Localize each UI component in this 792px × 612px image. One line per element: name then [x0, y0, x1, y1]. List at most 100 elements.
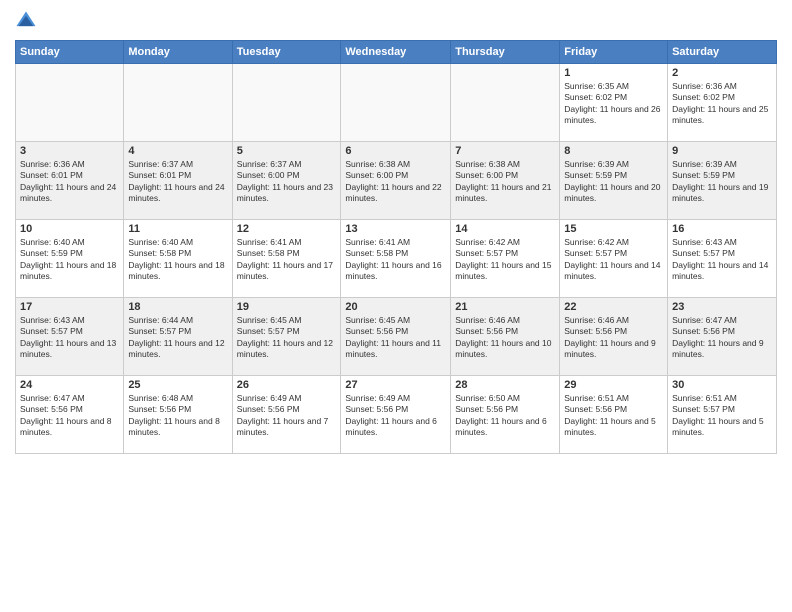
day-info: Sunrise: 6:36 AM Sunset: 6:01 PM Dayligh… — [20, 159, 119, 205]
day-number: 16 — [672, 223, 772, 235]
logo-icon — [15, 10, 37, 32]
day-info: Sunrise: 6:45 AM Sunset: 5:57 PM Dayligh… — [237, 315, 337, 361]
day-info: Sunrise: 6:38 AM Sunset: 6:00 PM Dayligh… — [455, 159, 555, 205]
header — [15, 10, 777, 32]
day-info: Sunrise: 6:43 AM Sunset: 5:57 PM Dayligh… — [672, 237, 772, 283]
day-number: 30 — [672, 379, 772, 391]
day-info: Sunrise: 6:42 AM Sunset: 5:57 PM Dayligh… — [455, 237, 555, 283]
logo — [15, 10, 41, 32]
calendar-cell: 24 Sunrise: 6:47 AM Sunset: 5:56 PM Dayli… — [16, 376, 124, 454]
day-number: 26 — [237, 379, 337, 391]
calendar-cell: 30 Sunrise: 6:51 AM Sunset: 5:57 PM Dayli… — [668, 376, 777, 454]
day-number: 28 — [455, 379, 555, 391]
calendar-cell: 29 Sunrise: 6:51 AM Sunset: 5:56 PM Dayli… — [560, 376, 668, 454]
calendar-cell: 11Sunrise: 6:40 AM Sunset: 5:58 PM Dayli… — [124, 220, 232, 298]
day-number: 25 — [128, 379, 227, 391]
calendar-cell — [232, 64, 341, 142]
day-number: 29 — [564, 379, 663, 391]
calendar-cell: 8 Sunrise: 6:39 AM Sunset: 5:59 PM Daylig… — [560, 142, 668, 220]
calendar-cell: 7Sunrise: 6:38 AM Sunset: 6:00 PM Daylig… — [451, 142, 560, 220]
day-info: Sunrise: 6:45 AM Sunset: 5:56 PM Dayligh… — [345, 315, 446, 361]
calendar-table: SundayMondayTuesdayWednesdayThursdayFrid… — [15, 40, 777, 454]
calendar-cell: 14 Sunrise: 6:42 AM Sunset: 5:57 PM Dayli… — [451, 220, 560, 298]
calendar-cell: 6Sunrise: 6:38 AM Sunset: 6:00 PM Daylig… — [341, 142, 451, 220]
calendar-cell: 15Sunrise: 6:42 AM Sunset: 5:57 PM Dayli… — [560, 220, 668, 298]
day-info: Sunrise: 6:44 AM Sunset: 5:57 PM Dayligh… — [128, 315, 227, 361]
day-info: Sunrise: 6:37 AM Sunset: 6:00 PM Dayligh… — [237, 159, 337, 205]
day-info: Sunrise: 6:40 AM Sunset: 5:58 PM Dayligh… — [128, 237, 227, 283]
day-number: 21 — [455, 301, 555, 313]
day-number: 9 — [672, 145, 772, 157]
calendar-cell: 10Sunrise: 6:40 AM Sunset: 5:59 PM Dayli… — [16, 220, 124, 298]
calendar-cell: 16 Sunrise: 6:43 AM Sunset: 5:57 PM Dayli… — [668, 220, 777, 298]
calendar-cell: 21 Sunrise: 6:46 AM Sunset: 5:56 PM Dayli… — [451, 298, 560, 376]
weekday-header: Saturday — [668, 41, 777, 64]
calendar-cell: 22 Sunrise: 6:46 AM Sunset: 5:56 PM Dayli… — [560, 298, 668, 376]
weekday-header: Monday — [124, 41, 232, 64]
day-number: 2 — [672, 67, 772, 79]
calendar-cell: 1 Sunrise: 6:35 AM Sunset: 6:02 PM Daylig… — [560, 64, 668, 142]
calendar-cell: 27 Sunrise: 6:49 AM Sunset: 5:56 PM Dayli… — [341, 376, 451, 454]
day-info: Sunrise: 6:39 AM Sunset: 5:59 PM Dayligh… — [672, 159, 772, 205]
day-number: 15 — [564, 223, 663, 235]
weekday-header: Thursday — [451, 41, 560, 64]
weekday-header: Sunday — [16, 41, 124, 64]
day-info: Sunrise: 6:51 AM Sunset: 5:56 PM Dayligh… — [564, 393, 663, 439]
calendar-week-row: 24 Sunrise: 6:47 AM Sunset: 5:56 PM Dayli… — [16, 376, 777, 454]
day-number: 8 — [564, 145, 663, 157]
day-info: Sunrise: 6:47 AM Sunset: 5:56 PM Dayligh… — [672, 315, 772, 361]
calendar-cell: 25Sunrise: 6:48 AM Sunset: 5:56 PM Dayli… — [124, 376, 232, 454]
day-info: Sunrise: 6:49 AM Sunset: 5:56 PM Dayligh… — [345, 393, 446, 439]
day-number: 27 — [345, 379, 446, 391]
calendar-cell: 12Sunrise: 6:41 AM Sunset: 5:58 PM Dayli… — [232, 220, 341, 298]
calendar-cell: 18 Sunrise: 6:44 AM Sunset: 5:57 PM Dayli… — [124, 298, 232, 376]
day-number: 4 — [128, 145, 227, 157]
calendar-cell: 20Sunrise: 6:45 AM Sunset: 5:56 PM Dayli… — [341, 298, 451, 376]
day-info: Sunrise: 6:41 AM Sunset: 5:58 PM Dayligh… — [237, 237, 337, 283]
calendar-cell: 19 Sunrise: 6:45 AM Sunset: 5:57 PM Dayli… — [232, 298, 341, 376]
day-number: 19 — [237, 301, 337, 313]
weekday-header: Friday — [560, 41, 668, 64]
day-info: Sunrise: 6:37 AM Sunset: 6:01 PM Dayligh… — [128, 159, 227, 205]
day-info: Sunrise: 6:46 AM Sunset: 5:56 PM Dayligh… — [455, 315, 555, 361]
day-info: Sunrise: 6:35 AM Sunset: 6:02 PM Dayligh… — [564, 81, 663, 127]
day-number: 17 — [20, 301, 119, 313]
day-number: 5 — [237, 145, 337, 157]
day-info: Sunrise: 6:46 AM Sunset: 5:56 PM Dayligh… — [564, 315, 663, 361]
day-info: Sunrise: 6:51 AM Sunset: 5:57 PM Dayligh… — [672, 393, 772, 439]
weekday-header-row: SundayMondayTuesdayWednesdayThursdayFrid… — [16, 41, 777, 64]
calendar-cell: 5 Sunrise: 6:37 AM Sunset: 6:00 PM Daylig… — [232, 142, 341, 220]
weekday-header: Tuesday — [232, 41, 341, 64]
calendar-cell: 13Sunrise: 6:41 AM Sunset: 5:58 PM Dayli… — [341, 220, 451, 298]
day-number: 10 — [20, 223, 119, 235]
calendar-cell: 17Sunrise: 6:43 AM Sunset: 5:57 PM Dayli… — [16, 298, 124, 376]
calendar-cell: 28 Sunrise: 6:50 AM Sunset: 5:56 PM Dayli… — [451, 376, 560, 454]
calendar-week-row: 17Sunrise: 6:43 AM Sunset: 5:57 PM Dayli… — [16, 298, 777, 376]
day-number: 14 — [455, 223, 555, 235]
calendar-cell — [451, 64, 560, 142]
calendar-week-row: 10Sunrise: 6:40 AM Sunset: 5:59 PM Dayli… — [16, 220, 777, 298]
day-number: 1 — [564, 67, 663, 79]
calendar-page: SundayMondayTuesdayWednesdayThursdayFrid… — [0, 0, 792, 612]
day-info: Sunrise: 6:49 AM Sunset: 5:56 PM Dayligh… — [237, 393, 337, 439]
calendar-cell: 26 Sunrise: 6:49 AM Sunset: 5:56 PM Dayli… — [232, 376, 341, 454]
day-info: Sunrise: 6:47 AM Sunset: 5:56 PM Dayligh… — [20, 393, 119, 439]
calendar-week-row: 1 Sunrise: 6:35 AM Sunset: 6:02 PM Daylig… — [16, 64, 777, 142]
day-info: Sunrise: 6:50 AM Sunset: 5:56 PM Dayligh… — [455, 393, 555, 439]
day-number: 6 — [345, 145, 446, 157]
day-number: 24 — [20, 379, 119, 391]
calendar-cell: 9 Sunrise: 6:39 AM Sunset: 5:59 PM Daylig… — [668, 142, 777, 220]
calendar-cell: 23 Sunrise: 6:47 AM Sunset: 5:56 PM Dayli… — [668, 298, 777, 376]
day-number: 13 — [345, 223, 446, 235]
calendar-cell: 2 Sunrise: 6:36 AM Sunset: 6:02 PM Daylig… — [668, 64, 777, 142]
day-number: 22 — [564, 301, 663, 313]
day-number: 3 — [20, 145, 119, 157]
day-number: 23 — [672, 301, 772, 313]
day-info: Sunrise: 6:39 AM Sunset: 5:59 PM Dayligh… — [564, 159, 663, 205]
calendar-cell — [16, 64, 124, 142]
day-info: Sunrise: 6:36 AM Sunset: 6:02 PM Dayligh… — [672, 81, 772, 127]
day-number: 18 — [128, 301, 227, 313]
weekday-header: Wednesday — [341, 41, 451, 64]
calendar-week-row: 3 Sunrise: 6:36 AM Sunset: 6:01 PM Daylig… — [16, 142, 777, 220]
calendar-cell: 4 Sunrise: 6:37 AM Sunset: 6:01 PM Daylig… — [124, 142, 232, 220]
